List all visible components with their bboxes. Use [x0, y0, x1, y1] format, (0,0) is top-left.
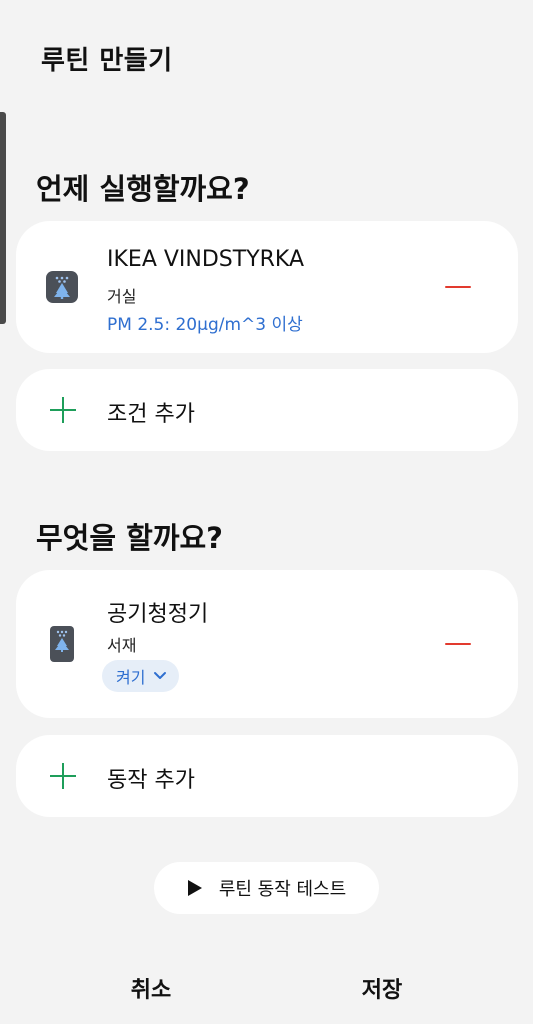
add-condition-label: 조건 추가 — [107, 402, 195, 427]
action-card[interactable]: 공기청정기 서재 켜기 — [16, 570, 518, 718]
air-purifier-icon — [50, 626, 74, 662]
save-button[interactable]: 저장 — [322, 972, 442, 1004]
edge-panel-handle[interactable] — [0, 112, 6, 324]
plus-icon — [50, 763, 76, 789]
chevron-down-icon — [154, 672, 167, 679]
action-device-name: 공기청정기 — [107, 602, 209, 627]
plus-icon — [50, 397, 76, 423]
test-routine-button[interactable]: 루틴 동작 테스트 — [154, 862, 379, 914]
play-icon — [187, 880, 202, 896]
remove-condition-button[interactable] — [438, 273, 478, 301]
condition-card[interactable]: IKEA VINDSTYRKA 거실 PM 2.5: 20μg/m^3 이상 — [16, 221, 518, 353]
condition-value[interactable]: PM 2.5: 20μg/m^3 이상 — [107, 310, 303, 335]
page-title: 루틴 만들기 — [41, 46, 173, 76]
add-action-label: 동작 추가 — [107, 768, 195, 793]
cancel-button[interactable]: 취소 — [91, 972, 211, 1004]
condition-device-name: IKEA VINDSTYRKA — [107, 247, 305, 272]
add-action-button[interactable]: 동작 추가 — [16, 735, 518, 817]
minus-icon — [445, 643, 471, 645]
air-sensor-icon — [46, 271, 78, 303]
condition-room: 거실 — [107, 287, 137, 306]
remove-action-button[interactable] — [438, 630, 478, 658]
when-section-title: 언제 실행할까요? — [36, 172, 250, 206]
action-state-label: 켜기 — [116, 668, 146, 687]
add-condition-button[interactable]: 조건 추가 — [16, 369, 518, 451]
action-state-dropdown[interactable]: 켜기 — [102, 660, 180, 692]
minus-icon — [445, 286, 471, 288]
test-routine-label: 루틴 동작 테스트 — [218, 879, 347, 900]
action-room: 서재 — [107, 636, 137, 655]
what-section-title: 무엇을 할까요? — [36, 521, 223, 555]
